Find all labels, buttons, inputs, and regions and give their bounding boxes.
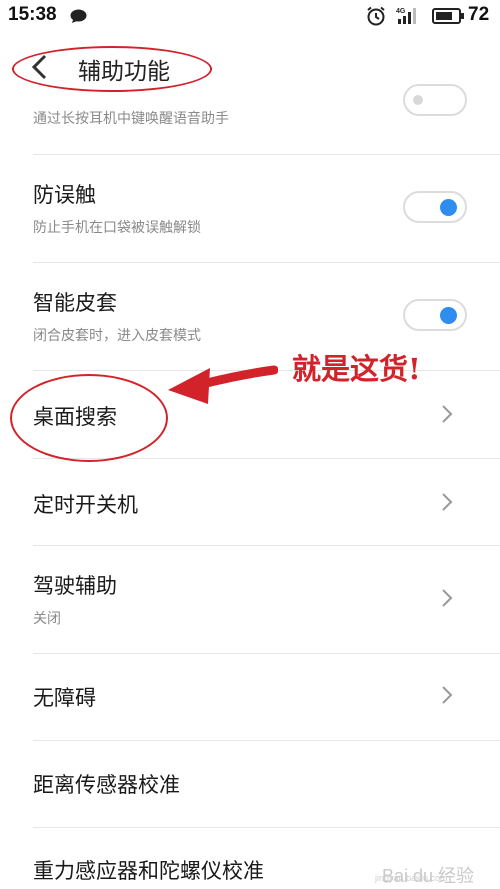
- settings-row-anti-mistouch[interactable]: 防误触 防止手机在口袋被误触解锁: [0, 155, 500, 262]
- chevron-right-icon: [442, 493, 453, 511]
- row-label: 重力感应器和陀螺仪校准: [33, 859, 264, 883]
- settings-row-scheduled-power[interactable]: 定时开关机: [0, 459, 500, 545]
- smart-cover-toggle[interactable]: [403, 299, 467, 331]
- chevron-right-icon: [442, 405, 453, 423]
- watermark-url: jingyan.baidu.com: [375, 873, 448, 883]
- alarm-icon: [367, 6, 385, 26]
- row-subtitle: 通过长按耳机中键唤醒语音助手: [33, 111, 229, 127]
- voice-assistant-toggle[interactable]: [403, 84, 467, 116]
- battery-icon: [432, 8, 464, 24]
- settings-row-smart-cover[interactable]: 智能皮套 闭合皮套时，进入皮套模式: [0, 263, 500, 370]
- row-label: 驾驶辅助: [33, 574, 117, 598]
- row-subtitle: 闭合皮套时，进入皮套模式: [33, 328, 201, 344]
- anti-mistouch-toggle[interactable]: [403, 191, 467, 223]
- row-label: 防误触: [33, 183, 96, 207]
- chevron-right-icon: [442, 686, 453, 704]
- settings-row-voice-assistant[interactable]: 通过长按耳机中键唤醒语音助手: [0, 84, 500, 154]
- back-arrow-icon[interactable]: [30, 54, 50, 80]
- signal-icon: 4G: [396, 8, 416, 24]
- settings-row-proximity-calibration[interactable]: 距离传感器校准: [0, 741, 500, 827]
- annotation-arrow: [168, 365, 278, 404]
- status-time: 15:38: [8, 4, 57, 25]
- svg-text:4G: 4G: [396, 8, 406, 15]
- row-label: 桌面搜索: [33, 405, 117, 429]
- status-bar: 15:38 4G 72: [0, 0, 500, 34]
- row-label: 无障碍: [33, 686, 96, 710]
- settings-row-accessibility[interactable]: 无障碍: [0, 654, 500, 740]
- chevron-right-icon: [442, 589, 453, 607]
- row-subtitle: 防止手机在口袋被误触解锁: [33, 220, 201, 236]
- battery-level: 72: [468, 4, 490, 25]
- annotation-text: 就是这货!: [292, 352, 421, 386]
- row-subtitle: 关闭: [33, 611, 61, 627]
- row-label: 距离传感器校准: [33, 773, 180, 797]
- row-label: 智能皮套: [33, 291, 117, 315]
- page-title: 辅助功能: [78, 59, 170, 85]
- row-label: 定时开关机: [33, 493, 138, 517]
- message-icon: [70, 9, 87, 23]
- settings-row-driving-assist[interactable]: 驾驶辅助 关闭: [0, 546, 500, 653]
